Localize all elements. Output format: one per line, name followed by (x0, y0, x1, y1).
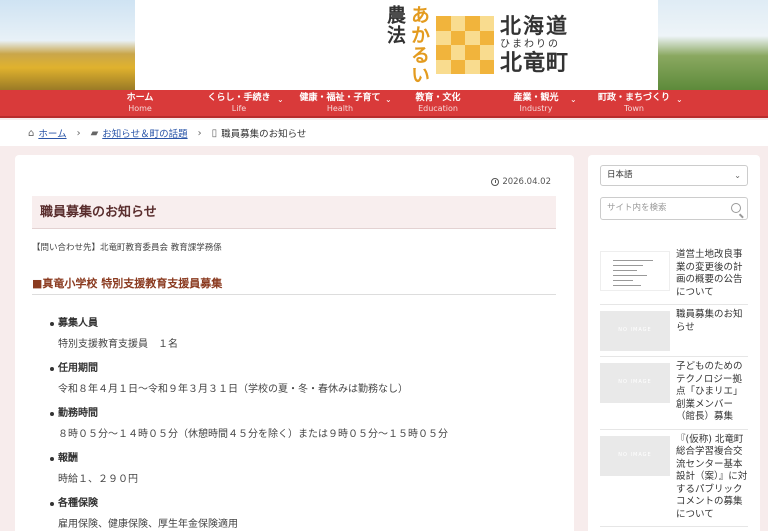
nav-item-industry[interactable]: 産業・観光 Industry (508, 93, 564, 117)
sidebar: 日本語 ⌄ サイト内を検索 道営土地改良事業の変更後の計画の概要の公告について … (588, 155, 760, 531)
nav-label: 町政・まちづくり (597, 93, 670, 103)
nav-label: ホーム (126, 93, 154, 103)
language-select-value: 日本語 (607, 170, 633, 180)
chevron-down-icon: ⌄ (734, 171, 741, 180)
chevron-down-icon[interactable]: ⌄ (277, 95, 284, 104)
nav-sublabel: Industry (519, 104, 553, 113)
list-item[interactable]: 道営土地改良事業の変更後の計画の概要の公告について (600, 245, 748, 305)
breadcrumb-category[interactable]: ▰ お知らせ＆町の話題 (90, 126, 188, 141)
nav-sublabel: Health (326, 104, 354, 113)
detail-value: 令和８年４月１日〜令和９年３月３１日（学校の夏・冬・春休みは勤務なし） (58, 384, 408, 395)
article-main: 2026.04.02 職員募集のお知らせ 【問い合わせ先】北竜町教育委員会 教育… (15, 155, 574, 531)
nav-item-life[interactable]: くらし・手続き Life (205, 93, 273, 117)
chevron-right-icon: › (197, 127, 202, 139)
language-select[interactable]: 日本語 ⌄ (600, 165, 748, 186)
logo-nouhou: 農法 (384, 5, 406, 45)
site-header: あかるい 農法 北海道 ひまわりの 北竜町 (0, 0, 768, 90)
post-date: 2026.04.02 (491, 177, 551, 187)
no-image-thumbnail[interactable]: NO IMAGE (600, 435, 670, 476)
detail-label: 各種保険 (50, 493, 560, 515)
farm-landscape-photo (658, 0, 768, 90)
nav-item-home[interactable]: ホーム Home (120, 93, 160, 117)
nav-sublabel: Education (418, 104, 458, 113)
detail-value: 特別支援教育支援員 １名 (58, 339, 178, 350)
home-icon: ⌂ (28, 127, 35, 139)
nav-label: 教育・文化 (415, 93, 461, 103)
detail-label: 募集人員 (50, 313, 560, 335)
breadcrumb-category-link[interactable]: お知らせ＆町の話題 (102, 126, 187, 140)
page-icon: ▯ (211, 127, 218, 139)
recruitment-details: 募集人員 特別支援教育支援員 １名 任用期間 令和８年４月１日〜令和９年３月３１… (50, 313, 560, 531)
breadcrumb-home[interactable]: ⌂ ホーム (28, 126, 67, 141)
nav-label: くらし・手続き (207, 93, 271, 103)
list-item[interactable]: NO IMAGE 職員募集のお知らせ (600, 305, 748, 357)
list-item: 報酬 時給１、２９０円 (50, 448, 560, 493)
nav-label: 健康・福祉・子育て (299, 93, 381, 103)
no-image-label: NO IMAGE (618, 327, 652, 333)
list-item: 各種保険 雇用保険、健康保険、厚生年金保険適用 (50, 493, 560, 531)
search-icon[interactable] (731, 203, 741, 213)
page-title: 職員募集のお知らせ (32, 196, 556, 229)
nav-item-health[interactable]: 健康・福祉・子育て Health (297, 93, 383, 117)
detail-label: 勤務時間 (50, 403, 560, 425)
list-item: 勤務時間 ８時０５分〜１４時０５分（休憩時間４５分を除く）または９時０５分〜１５… (50, 403, 560, 448)
detail-label: 報酬 (50, 448, 560, 470)
logo-hokuryu: 北竜町 (500, 51, 570, 76)
chevron-down-icon[interactable]: ⌄ (676, 95, 683, 104)
nav-sublabel: Town (623, 104, 645, 113)
clock-icon (491, 178, 500, 186)
list-item[interactable]: NO IMAGE 子どものためのテクノロジー拠点「ひまリエ」創業メンバー（館長）… (600, 357, 748, 430)
breadcrumb-home-link[interactable]: ホーム (38, 126, 66, 140)
chevron-down-icon[interactable]: ⌄ (570, 95, 577, 104)
detail-value: 時給１、２９０円 (58, 474, 138, 485)
list-item[interactable]: NO IMAGE 『(仮称) 北竜町総合学習複合交流センター基本設計（案）』に対… (600, 430, 748, 527)
post-title[interactable]: 『(仮称) 北竜町総合学習複合交流センター基本設計（案）』に対するパブリックコメ… (676, 434, 748, 522)
logo-akarui: あかるい (408, 5, 430, 85)
nav-sublabel: Life (231, 104, 247, 113)
no-image-thumbnail[interactable]: NO IMAGE (600, 311, 670, 351)
document-thumbnail[interactable] (600, 251, 670, 291)
nav-item-education[interactable]: 教育・文化 Education (410, 93, 466, 117)
nav-sublabel: Home (128, 104, 152, 113)
logo-town-name: 北海道 ひまわりの 北竜町 (500, 14, 569, 76)
logo-himawari: ひまわりの (500, 39, 560, 50)
chevron-right-icon: › (76, 127, 81, 139)
folder-icon: ▰ (90, 127, 99, 139)
logo-check-pattern (436, 16, 494, 74)
sunflower-field-photo (0, 0, 135, 90)
post-title[interactable]: 子どものためのテクノロジー拠点「ひまリエ」創業メンバー（館長）募集 (676, 361, 748, 424)
contact-info: 【問い合わせ先】北竜町教育委員会 教育課学務係 (32, 243, 222, 253)
logo-hokkaido: 北海道 (500, 14, 569, 38)
global-nav: ホーム Home くらし・手続き Life ⌄ 健康・福祉・子育て Health… (0, 90, 768, 118)
detail-value: ８時０５分〜１４時０５分（休憩時間４５分を除く）または９時０５分〜１５時０５分 (58, 429, 448, 440)
list-item: 任用期間 令和８年４月１日〜令和９年３月３１日（学校の夏・冬・春休みは勤務なし） (50, 358, 560, 403)
no-image-label: NO IMAGE (618, 379, 652, 385)
breadcrumb-current-label: 職員募集のお知らせ (221, 129, 307, 140)
post-title[interactable]: 道営土地改良事業の変更後の計画の概要の公告について (676, 249, 748, 299)
post-date-text: 2026.04.02 (502, 177, 551, 187)
section-heading: ■真竜小学校 特別支援教育支援員募集 (32, 275, 556, 295)
no-image-label: NO IMAGE (618, 451, 652, 458)
search-placeholder: サイト内を検索 (607, 203, 667, 213)
nav-item-town[interactable]: 町政・まちづくり Town (595, 93, 673, 117)
chevron-down-icon[interactable]: ⌄ (385, 95, 392, 104)
detail-label: 任用期間 (50, 358, 560, 380)
site-logo[interactable]: あかるい 農法 北海道 ひまわりの 北竜町 (296, 5, 569, 85)
breadcrumb-current: ▯ 職員募集のお知らせ (211, 126, 307, 141)
search-input[interactable]: サイト内を検索 (600, 197, 748, 220)
detail-value: 雇用保険、健康保険、厚生年金保険適用 (58, 519, 238, 530)
no-image-thumbnail[interactable]: NO IMAGE (600, 363, 670, 403)
logo-vertical-text: あかるい 農法 (296, 5, 430, 85)
list-item: 募集人員 特別支援教育支援員 １名 (50, 313, 560, 358)
breadcrumb: ⌂ ホーム › ▰ お知らせ＆町の話題 › ▯ 職員募集のお知らせ (0, 120, 768, 146)
nav-label: 産業・観光 (513, 93, 559, 103)
recent-posts: 道営土地改良事業の変更後の計画の概要の公告について NO IMAGE 職員募集の… (600, 245, 748, 527)
post-title[interactable]: 職員募集のお知らせ (676, 309, 748, 351)
